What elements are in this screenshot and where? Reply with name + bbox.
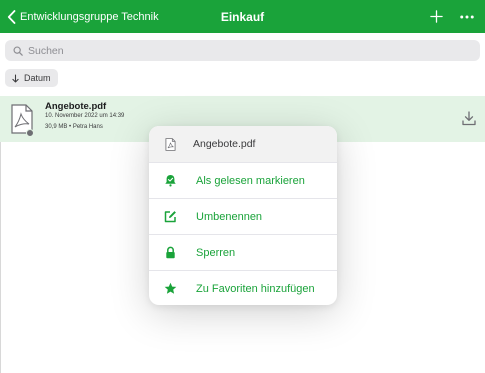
context-menu-header: Angebote.pdf <box>149 126 337 162</box>
more-button[interactable] <box>458 0 476 33</box>
chevron-left-icon <box>7 9 16 24</box>
lock-icon <box>164 246 177 259</box>
mark-as-read-label: Als gelesen markieren <box>196 174 305 187</box>
back-label: Entwicklungsgruppe Technik <box>20 10 159 23</box>
rename-item[interactable]: Umbenennen <box>149 198 337 234</box>
edit-icon <box>164 210 177 223</box>
download-icon[interactable] <box>462 111 476 126</box>
page-title: Einkauf <box>220 9 265 24</box>
pdf-file-icon <box>165 137 176 151</box>
add-to-favorites-item[interactable]: Zu Favoriten hinzufügen <box>149 270 337 305</box>
arrow-down-icon <box>12 73 19 83</box>
file-size: 30,9 MB <box>45 124 68 130</box>
plus-icon <box>429 10 443 23</box>
add-to-favorites-label: Zu Favoriten hinzufügen <box>196 282 315 295</box>
read-marker-icon <box>164 174 177 187</box>
header-bar: Entwicklungsgruppe Technik Einkauf <box>0 0 485 33</box>
lock-item[interactable]: Sperren <box>149 234 337 270</box>
search-input[interactable] <box>28 44 468 57</box>
lock-label: Sperren <box>196 246 236 259</box>
sort-label: Datum <box>24 73 51 83</box>
file-meta-separator: • <box>69 124 72 130</box>
back-button[interactable]: Entwicklungsgruppe Technik <box>7 0 159 33</box>
offline-badge-icon <box>26 129 34 137</box>
left-divider <box>0 142 1 373</box>
context-menu-title: Angebote.pdf <box>193 138 256 150</box>
context-menu: Angebote.pdf Als gelesen markieren Umben… <box>149 126 337 305</box>
star-icon <box>164 282 177 295</box>
mark-as-read-item[interactable]: Als gelesen markieren <box>149 162 337 198</box>
more-icon <box>460 15 474 18</box>
file-name: Angebote.pdf <box>45 101 107 112</box>
add-button[interactable] <box>427 0 445 33</box>
rename-label: Umbenennen <box>196 210 263 223</box>
search-bar <box>5 40 480 61</box>
search-icon <box>13 45 23 56</box>
file-author: Petra Hans <box>72 124 103 130</box>
file-meta: 30,9 MB • Petra Hans <box>45 124 103 130</box>
sort-button[interactable]: Datum <box>5 69 58 87</box>
file-date: 10. November 2022 um 14:39 <box>45 113 125 119</box>
app: Entwicklungsgruppe Technik Einkauf Suche… <box>0 0 485 373</box>
